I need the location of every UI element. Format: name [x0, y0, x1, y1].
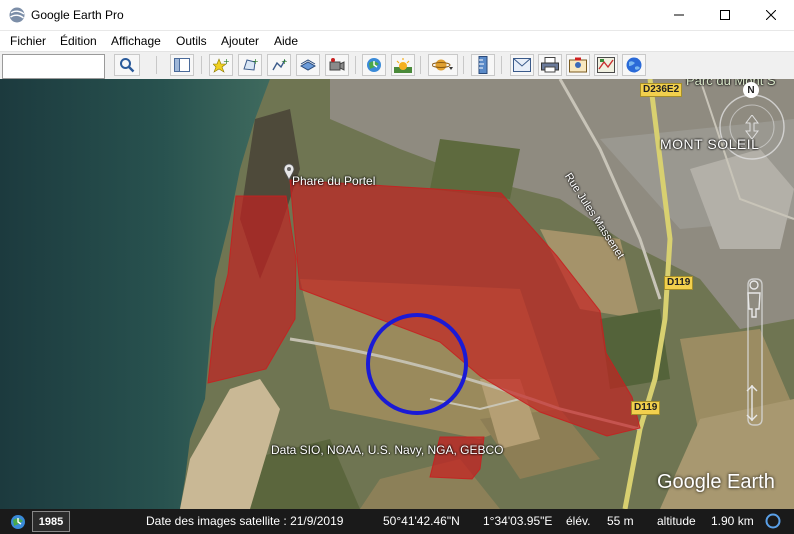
- svg-text:+: +: [252, 57, 258, 66]
- menu-help[interactable]: Aide: [274, 34, 298, 48]
- compass-north-button[interactable]: N: [743, 82, 759, 98]
- sunlight-button[interactable]: [391, 54, 415, 76]
- save-image-button[interactable]: [566, 54, 590, 76]
- close-icon: [766, 10, 776, 20]
- placemark-label[interactable]: Phare du Portel: [292, 174, 375, 188]
- place-label-park: Parc du Mont S: [686, 79, 776, 88]
- longitude-readout: 1°34'03.95"E: [483, 514, 553, 528]
- data-attribution: Data SIO, NOAA, U.S. Navy, NGA, GEBCO: [271, 443, 504, 457]
- planets-icon: [432, 59, 453, 71]
- add-path-icon: +: [272, 57, 287, 71]
- email-button[interactable]: [510, 54, 534, 76]
- close-button[interactable]: [748, 0, 794, 30]
- minimize-icon: [674, 14, 684, 16]
- elevation-label: élév.: [566, 514, 591, 528]
- maximize-button[interactable]: [702, 0, 748, 30]
- toolbar: + + +: [0, 51, 794, 80]
- google-earth-logo-icon: [9, 7, 25, 23]
- add-path-button[interactable]: +: [267, 54, 291, 76]
- view-in-maps-button[interactable]: [594, 54, 618, 76]
- record-tour-icon: [329, 58, 345, 71]
- window-title: Google Earth Pro: [31, 8, 124, 22]
- sidebar-toggle-button[interactable]: [170, 54, 194, 76]
- earth-button[interactable]: [622, 54, 646, 76]
- svg-text:+: +: [281, 57, 287, 66]
- road-badge: D119: [664, 276, 694, 290]
- historical-imagery-status-icon[interactable]: [10, 514, 26, 530]
- menu-add[interactable]: Ajouter: [221, 34, 259, 48]
- historical-imagery-button[interactable]: [362, 54, 386, 76]
- altitude-label: altitude: [657, 514, 696, 528]
- email-icon: [513, 58, 531, 72]
- add-polygon-icon: +: [243, 57, 258, 71]
- add-image-overlay-icon: [300, 59, 316, 71]
- save-image-icon: [569, 57, 587, 73]
- minimize-button[interactable]: [656, 0, 702, 30]
- toolbar-separator: [156, 56, 157, 74]
- menu-edit[interactable]: Édition: [60, 34, 97, 48]
- menu-tools[interactable]: Outils: [176, 34, 207, 48]
- altitude-value: 1.90 km: [711, 514, 754, 528]
- latitude-readout: 50°41'42.46"N: [383, 514, 460, 528]
- elevation-value: 55 m: [607, 514, 634, 528]
- road-badge: D119: [631, 401, 661, 415]
- add-placemark-icon: +: [213, 57, 229, 73]
- road-badge: D236E2: [640, 83, 683, 97]
- ruler-icon: [478, 56, 488, 74]
- svg-text:+: +: [223, 57, 229, 66]
- area-polygon-cliff[interactable]: [207, 195, 297, 384]
- search-input[interactable]: [2, 54, 105, 79]
- ruler-button[interactable]: [471, 54, 495, 76]
- historical-imagery-icon: [367, 58, 381, 72]
- status-bar: 1985 Date des images satellite : 21/9/20…: [0, 509, 794, 534]
- google-earth-watermark-logo: Google Earth: [657, 471, 775, 493]
- earth-icon: [626, 57, 642, 73]
- toolbar-separator: [463, 56, 464, 74]
- add-placemark-button[interactable]: +: [209, 54, 233, 76]
- print-icon: [541, 57, 559, 73]
- add-polygon-button[interactable]: +: [238, 54, 262, 76]
- pan-control-icon[interactable]: [744, 115, 760, 139]
- map-view[interactable]: Phare du Portel Parc du Mont S MONT SOLE…: [0, 79, 794, 509]
- menu-view[interactable]: Affichage: [111, 34, 161, 48]
- imagery-year-badge[interactable]: 1985: [32, 511, 70, 532]
- street-view-pegman-icon[interactable]: [743, 279, 765, 319]
- compass-north-label: N: [747, 84, 755, 96]
- toolbar-separator: [501, 56, 502, 74]
- search-button[interactable]: [114, 54, 140, 76]
- record-tour-button[interactable]: [325, 54, 349, 76]
- add-image-overlay-button[interactable]: [296, 54, 320, 76]
- planets-button[interactable]: [428, 54, 458, 76]
- view-in-maps-icon: [597, 57, 615, 73]
- sidebar-icon: [174, 58, 190, 72]
- search-icon: [120, 58, 135, 73]
- toolbar-separator: [201, 56, 202, 74]
- streaming-status-icon: [765, 513, 781, 529]
- toolbar-separator: [420, 56, 421, 74]
- maximize-icon: [720, 10, 730, 20]
- imagery-year-value: 1985: [38, 515, 64, 528]
- menu-file[interactable]: Fichier: [10, 34, 46, 48]
- menu-bar: Fichier Édition Affichage Outils Ajouter…: [0, 31, 794, 51]
- zoom-slider-icon[interactable]: [744, 383, 760, 423]
- print-button[interactable]: [538, 54, 562, 76]
- imagery-date: Date des images satellite : 21/9/2019: [146, 514, 344, 528]
- sunlight-icon: [394, 58, 412, 73]
- title-bar: Google Earth Pro: [0, 0, 794, 31]
- toolbar-separator: [355, 56, 356, 74]
